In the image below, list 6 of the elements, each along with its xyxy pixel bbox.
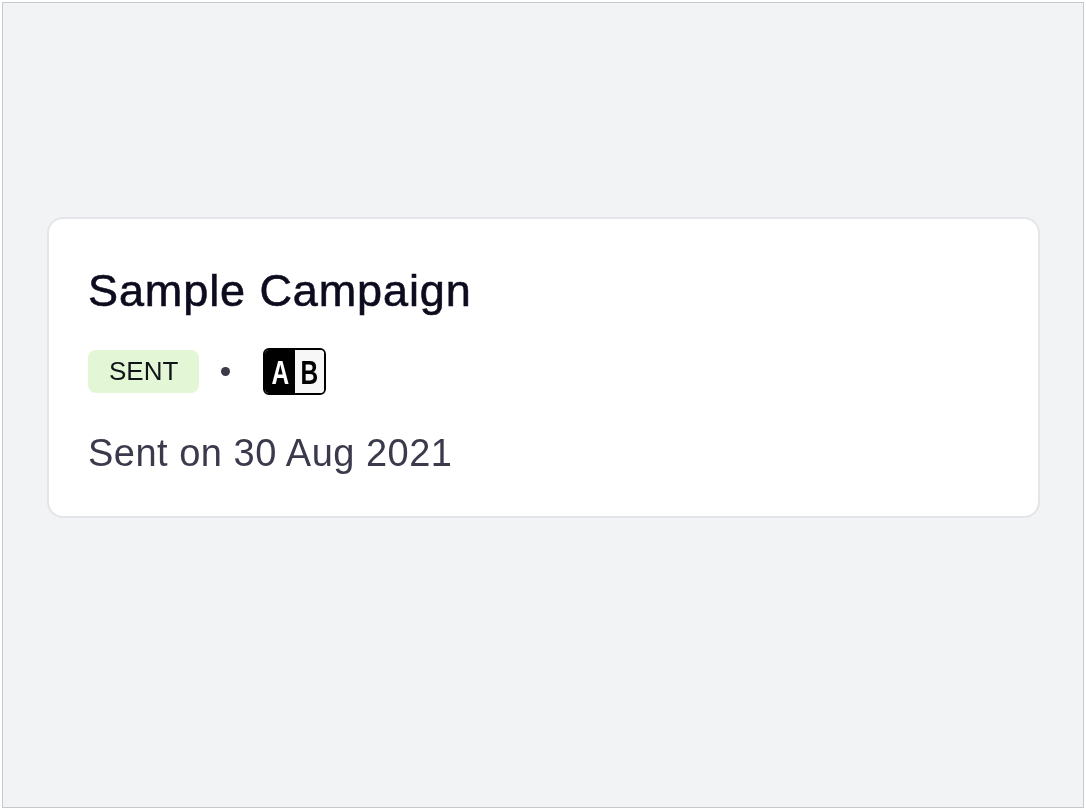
variant-letter: A — [265, 350, 295, 393]
sent-date: Sent on 30 Aug 2021 — [88, 431, 454, 475]
campaign-title: Sample Campaign — [88, 264, 473, 317]
variant-letter: B — [294, 350, 325, 393]
dot-icon — [221, 367, 231, 376]
status-tag: SENT — [88, 350, 200, 393]
